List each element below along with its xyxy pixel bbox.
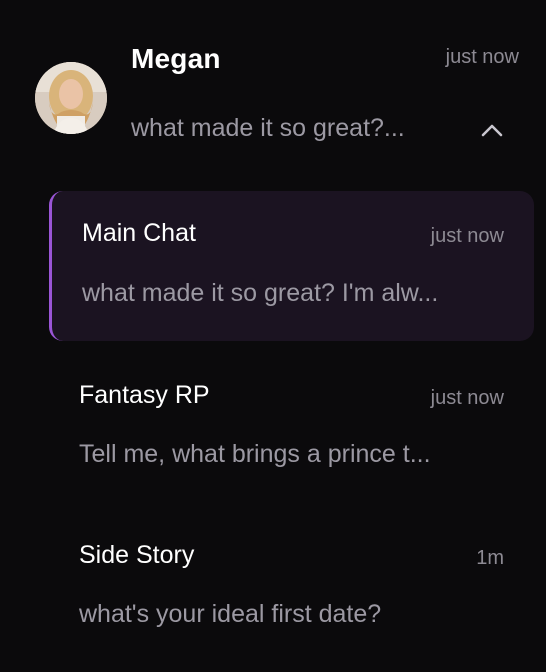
chat-title: Side Story [79, 541, 195, 569]
contact-timestamp: just now [445, 46, 519, 68]
avatar[interactable] [35, 62, 107, 134]
chat-timestamp: 1m [476, 547, 504, 569]
contact-name: Megan [131, 43, 221, 74]
chat-panel: Megan just now what made it so great?...… [0, 0, 546, 672]
collapse-button[interactable] [478, 118, 506, 142]
chat-timestamp: just now [430, 387, 504, 409]
chat-preview: what's your ideal first date? [79, 600, 382, 628]
chat-item-side-story[interactable]: Side Story 1m what's your ideal first da… [49, 513, 534, 663]
contact-last-message: what made it so great?... [131, 114, 405, 142]
chat-title: Fantasy RP [79, 381, 210, 409]
chat-preview: Tell me, what brings a prince t... [79, 440, 431, 468]
chat-item-main-chat[interactable]: Main Chat just now what made it so great… [49, 191, 534, 341]
avatar-image [35, 62, 107, 134]
contact-header[interactable]: Megan just now what made it so great?... [0, 0, 546, 170]
chat-preview: what made it so great? I'm alw... [82, 279, 439, 307]
chat-item-fantasy-rp[interactable]: Fantasy RP just now Tell me, what brings… [49, 353, 534, 503]
chat-timestamp: just now [430, 225, 504, 247]
chat-title: Main Chat [82, 219, 196, 247]
chevron-up-icon [481, 124, 503, 137]
